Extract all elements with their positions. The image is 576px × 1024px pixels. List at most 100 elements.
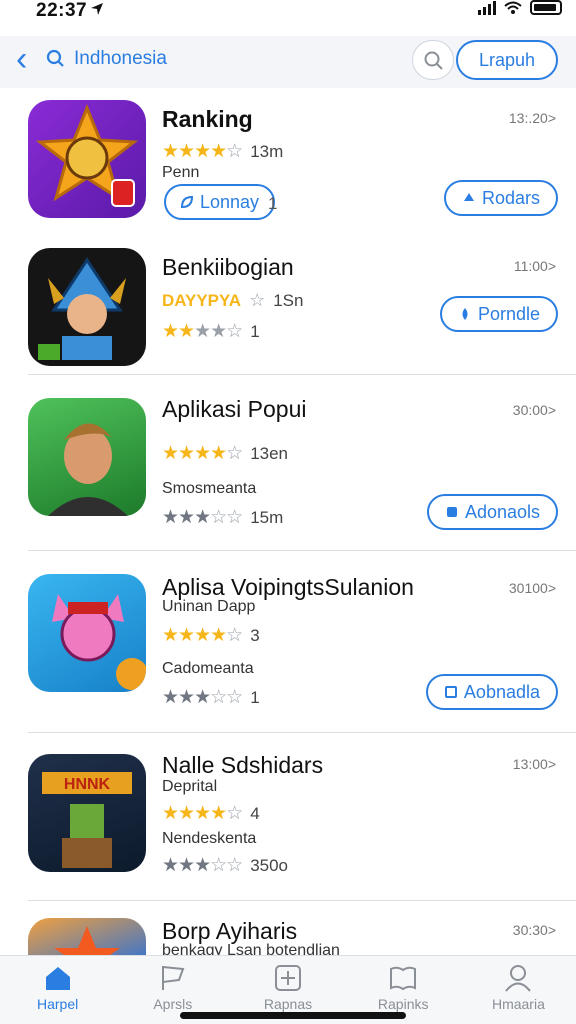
hooded-character-icon [38, 257, 126, 360]
secondary-button[interactable]: Lonnay [164, 184, 276, 220]
list-item[interactable]: Benkiibogian 11:00> DAYYPYA ☆ 1Sn ★★★★☆ … [0, 238, 576, 374]
app-icon: HNNK [28, 754, 146, 872]
app-subtitle: Uninan Dapp [162, 598, 256, 615]
status-icons [478, 0, 562, 15]
status-bar: 22:37 [0, 0, 576, 22]
app-time: 30:30> [512, 922, 556, 938]
list-item[interactable]: Aplikasi Popui 30:00> ★★★★☆ 13en Smosmea… [0, 380, 576, 550]
drop-icon [462, 308, 468, 320]
get-button[interactable]: Rodars [443, 180, 558, 216]
location-arrow-icon [91, 3, 103, 15]
book-icon [390, 966, 417, 991]
app-subtitle: Penn [162, 164, 200, 181]
arrow-icon [463, 193, 474, 201]
app-time: 13:.20> [508, 110, 556, 126]
rating: ★★★★☆ 4 [162, 802, 260, 825]
divider [28, 900, 576, 901]
rating-count: 15m [250, 507, 284, 527]
page-title: Indhonesia [74, 48, 167, 69]
status-time: 22:37 [36, 0, 88, 21]
star-character-icon [35, 104, 139, 207]
app-time: 11:00> [513, 258, 556, 274]
square-icon [444, 686, 457, 698]
app-time: 30100> [508, 580, 556, 596]
tab-home[interactable]: Harpel [0, 956, 115, 1024]
rating-count: 1 [250, 687, 260, 707]
rating: ★★★☆☆ 15m [162, 506, 283, 529]
get-button-label: Rodars [481, 187, 540, 208]
person-icon [505, 965, 532, 992]
app-title: Ranking [162, 106, 253, 132]
list-item[interactable]: Ranking 13:.20> ★★★★☆ 13m Penn Lonnay 1 … [0, 90, 576, 230]
man-portrait-icon [48, 423, 128, 516]
warrior-icon: HNNK [42, 772, 132, 868]
app-icon [28, 100, 146, 218]
app-title: Aplisa VoipingtsSulanion [162, 574, 414, 600]
star-rating-icon: ★★★★☆ [162, 141, 243, 162]
signal-icon [478, 0, 496, 15]
list-item[interactable]: HNNK Nalle Sdshidars 13:00> Deprital ★★★… [0, 740, 576, 900]
star-rating-icon: ★★★★☆ [162, 803, 243, 824]
search-button[interactable] [412, 40, 454, 80]
rating: ★★★★☆ 1 [162, 320, 260, 343]
search-icon [46, 49, 64, 67]
get-button-label: Porndle [477, 303, 540, 324]
back-chevron-icon[interactable]: ‹ [16, 42, 42, 76]
get-button[interactable]: Aobnadla [425, 674, 558, 710]
rating: ★★★★☆ 3 [162, 624, 260, 647]
star-rating-icon: ★★★☆☆ [162, 687, 243, 708]
search-icon [424, 51, 443, 70]
star-rating-icon: ★★★★☆ [162, 321, 243, 342]
app-subtitle-2: Cadomeanta [162, 660, 254, 677]
get-button[interactable]: Adonaols [426, 494, 558, 530]
tab-profile[interactable]: Hmaaria [461, 956, 576, 1024]
rating-count: 350o [250, 855, 289, 875]
app-time: 30:00> [512, 402, 556, 418]
app-title: Nalle Sdshidars [162, 752, 324, 778]
leaf-icon [180, 195, 194, 209]
list-item[interactable]: Aplisa VoipingtsSulanion 30100> Uninan D… [0, 558, 576, 728]
brand-line: DAYYPYA ☆ 1Sn [162, 290, 303, 311]
app-subtitle-2: Nendeskenta [162, 830, 257, 847]
tab-label: Rapinks [377, 996, 429, 1012]
home-icon [45, 967, 70, 990]
list-item[interactable]: Borp Ayiharis 30:30> benkagy Lsan botend… [0, 908, 576, 968]
rating-count: 4 [250, 803, 260, 823]
tab-label: Rapnas [263, 996, 313, 1012]
app-title: Benkiibogian [162, 254, 294, 280]
rating: ★★★☆☆ 350o [162, 854, 288, 877]
nav-header: ‹ Indhonesia Lrapuh [0, 36, 576, 88]
app-title: Borp Ayiharis [162, 918, 298, 944]
app-icon [28, 248, 146, 366]
app-icon [28, 574, 146, 692]
secondary-count: 1 [268, 194, 278, 213]
rating-count: 1Sn [273, 290, 304, 310]
get-button-label: Adonaols [464, 501, 540, 522]
header-pill-button[interactable]: Lrapuh [456, 40, 558, 80]
banner-text: HNNK [64, 776, 111, 793]
divider [28, 374, 576, 375]
tab-label: Harpel [36, 996, 79, 1012]
star-rating-icon: ★★★☆☆ [162, 507, 243, 528]
secondary-button-label: Lonnay [200, 191, 260, 212]
divider [28, 732, 576, 733]
get-button[interactable]: Porndle [439, 296, 558, 332]
creature-icon [52, 594, 146, 690]
rating-count: 1 [250, 321, 260, 341]
flag-icon [161, 965, 185, 990]
tab-label: Aprsls [153, 996, 193, 1012]
rating: ★★★★☆ 13m [162, 140, 283, 163]
app-title: Aplikasi Popui [162, 396, 307, 422]
wifi-icon [504, 1, 522, 14]
rating-count: 3 [250, 625, 260, 645]
plus-box-icon [275, 965, 301, 991]
app-time: 13:00> [512, 756, 556, 772]
rating-count: 13m [250, 141, 284, 161]
star-icon: ☆ [249, 290, 266, 310]
rating: ★★★★☆ 13en [162, 442, 288, 465]
rating: ★★★☆☆ 1 [162, 686, 260, 709]
get-button-label: Aobnadla [463, 681, 540, 702]
battery-icon [530, 0, 562, 15]
brand-text: DAYYPYA [162, 290, 242, 310]
rating-count: 13en [250, 443, 289, 463]
